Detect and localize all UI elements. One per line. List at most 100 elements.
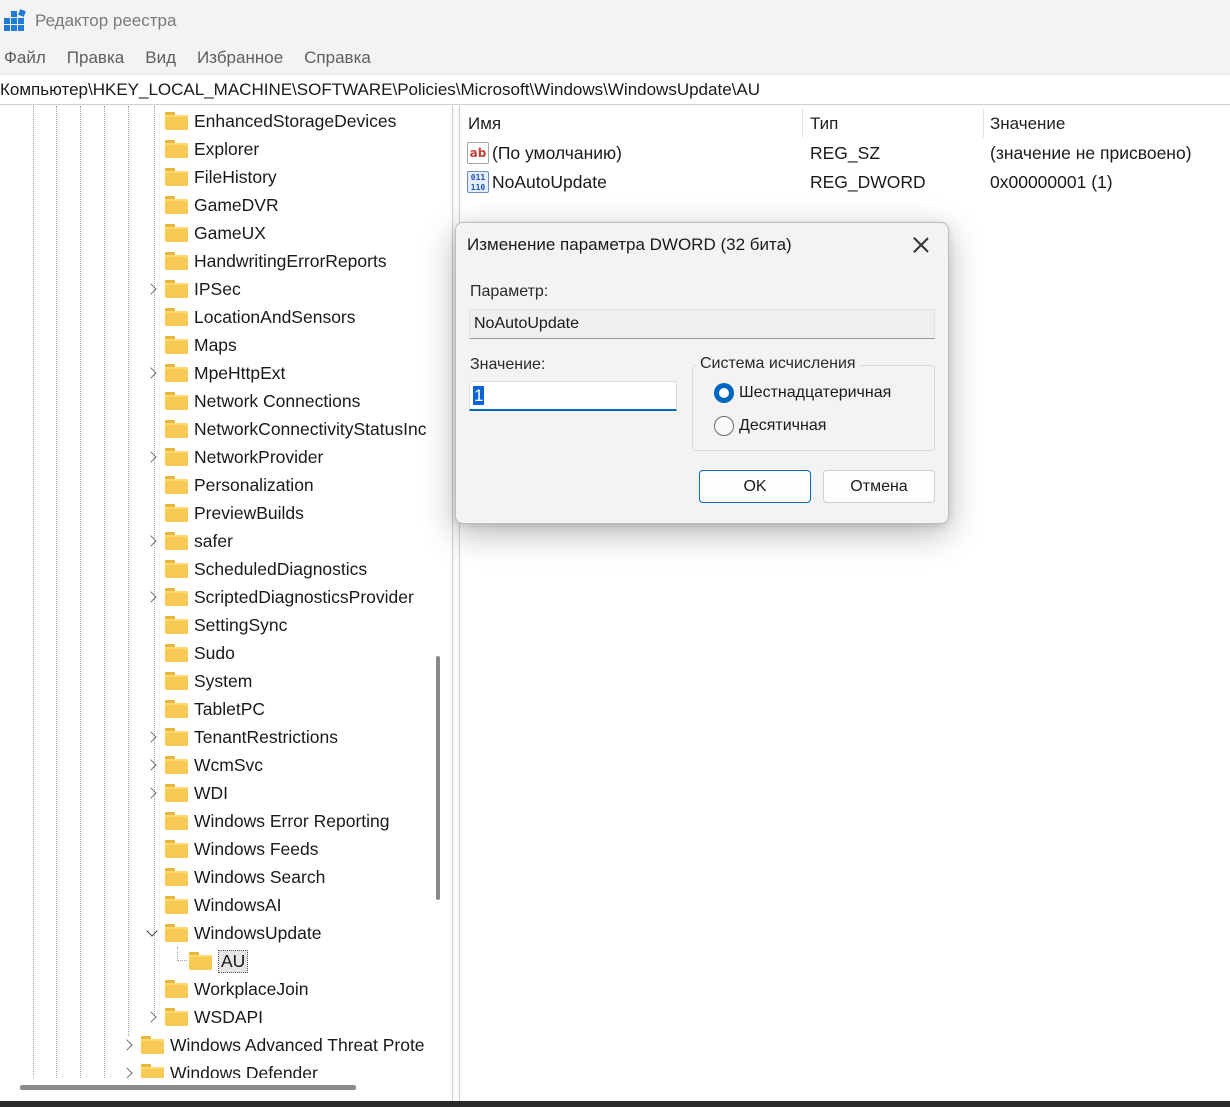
string-value-icon: ab (467, 142, 489, 164)
tree-item[interactable]: NetworkProvider (165, 443, 323, 471)
tree-item[interactable]: AU (177, 947, 249, 975)
chevron-right-icon[interactable] (145, 1010, 159, 1024)
radio-dec-label: Десятичная (739, 417, 827, 434)
tree-item[interactable]: TenantRestrictions (165, 723, 338, 751)
chevron-right-icon[interactable] (145, 534, 159, 548)
tree-item[interactable]: FileHistory (165, 163, 277, 191)
radio-hexadecimal[interactable]: Шестнадцатеричная (714, 383, 891, 403)
tree-item[interactable]: MpeHttpExt (165, 359, 285, 387)
tree-item[interactable]: WindowsUpdate (165, 919, 321, 947)
tree-item[interactable]: HandwritingErrorReports (165, 247, 387, 275)
menu-file[interactable]: Файл (4, 48, 46, 68)
tree-item[interactable]: WDI (165, 779, 228, 807)
tree-item-label: ScriptedDiagnosticsProvider (194, 586, 414, 607)
tree-item-label: TenantRestrictions (194, 726, 338, 747)
chevron-right-icon[interactable] (145, 786, 159, 800)
tree-item-label: TabletPC (194, 698, 266, 719)
chevron-right-icon[interactable] (145, 450, 159, 464)
menu-help[interactable]: Справка (304, 48, 371, 68)
tree-item[interactable]: IPSec (165, 275, 241, 303)
column-divider[interactable] (802, 108, 803, 138)
tree-item[interactable]: Explorer (165, 135, 259, 163)
tree-item[interactable]: Windows Error Reporting (165, 807, 389, 835)
menu-favorites[interactable]: Избранное (197, 48, 283, 68)
folder-icon (165, 196, 188, 214)
tree-item-label: EnhancedStorageDevices (194, 110, 397, 131)
tree-item[interactable]: EnhancedStorageDevices (165, 107, 396, 135)
base-groupbox (692, 365, 935, 451)
folder-icon (165, 336, 188, 354)
tree-item[interactable]: ScriptedDiagnosticsProvider (165, 583, 414, 611)
tree-item[interactable]: Windows Advanced Threat Prote (141, 1031, 425, 1059)
chevron-right-icon[interactable] (121, 1038, 135, 1052)
tree-item-label: Windows Feeds (194, 838, 319, 859)
tree-vertical-scrollbar[interactable] (436, 656, 440, 900)
tree-item[interactable]: Network Connections (165, 387, 360, 415)
chevron-right-icon[interactable] (121, 1066, 135, 1078)
menu-bar: Файл Правка Вид Избранное Справка (0, 42, 1230, 74)
tree-item[interactable]: Windows Search (165, 863, 325, 891)
chevron-right-icon[interactable] (145, 282, 159, 296)
tree-item[interactable]: GameUX (165, 219, 266, 247)
folder-icon (189, 952, 212, 970)
ok-button[interactable]: OK (699, 470, 811, 503)
tree-item[interactable]: LocationAndSensors (165, 303, 356, 331)
tree-item-label: WSDAPI (194, 1006, 264, 1027)
column-divider[interactable] (983, 108, 984, 138)
tree-item-label: WindowsUpdate (194, 922, 322, 943)
menu-edit[interactable]: Правка (67, 48, 124, 68)
registry-editor-icon (4, 9, 26, 32)
tree-item[interactable]: WSDAPI (165, 1003, 263, 1031)
tree-item-label: AU (218, 949, 249, 973)
tree-item[interactable]: WorkplaceJoin (165, 975, 308, 1003)
folder-icon (165, 308, 188, 326)
chevron-right-icon[interactable] (145, 730, 159, 744)
column-header-name[interactable]: Имя (468, 114, 501, 134)
chevron-right-icon[interactable] (145, 590, 159, 604)
tree-item[interactable]: GameDVR (165, 191, 279, 219)
chevron-down-icon[interactable] (145, 927, 159, 941)
tree-item[interactable]: NetworkConnectivityStatusInc (165, 415, 426, 443)
folder-icon (165, 588, 188, 606)
value-input[interactable]: 1 (469, 381, 677, 411)
cancel-button[interactable]: Отмена (823, 470, 935, 503)
tree-item-label: FileHistory (194, 166, 277, 187)
chevron-right-icon[interactable] (145, 758, 159, 772)
folder-icon (165, 756, 188, 774)
list-item[interactable]: 011 110 NoAutoUpdate REG_DWORD 0x00000001… (461, 169, 1230, 197)
registry-key-tree[interactable]: EnhancedStorageDevices Explorer FileHistor… (0, 106, 428, 1078)
tree-item[interactable]: WcmSvc (165, 751, 263, 779)
tree-item[interactable]: TabletPC (165, 695, 265, 723)
address-bar[interactable]: Компьютер\HKEY_LOCAL_MACHINE\SOFTWARE\Po… (0, 74, 1230, 105)
title-bar: Редактор реестра (0, 0, 1230, 42)
radio-selected-icon (714, 383, 734, 403)
tree-item[interactable]: Maps (165, 331, 237, 359)
tree-item[interactable]: WindowsAI (165, 891, 282, 919)
tree-item[interactable]: safer (165, 527, 233, 555)
tree-guide-line (154, 106, 155, 1016)
menu-view[interactable]: Вид (145, 48, 176, 68)
folder-icon (165, 140, 188, 158)
value-input-text: 1 (473, 386, 485, 405)
tree-item[interactable]: SettingSync (165, 611, 287, 639)
column-header-type[interactable]: Тип (810, 114, 838, 134)
dialog-title: Изменение параметра DWORD (32 бита) (467, 235, 792, 254)
chevron-right-icon[interactable] (145, 366, 159, 380)
tree-item[interactable]: ScheduledDiagnostics (165, 555, 367, 583)
folder-icon (165, 840, 188, 858)
tree-item[interactable]: System (165, 667, 252, 695)
tree-horizontal-scrollbar[interactable] (20, 1085, 356, 1090)
close-icon[interactable] (910, 234, 932, 256)
list-item[interactable]: ab (По умолчанию) REG_SZ (значение не пр… (461, 140, 1230, 168)
column-header-value[interactable]: Значение (990, 114, 1065, 134)
folder-icon (165, 420, 188, 438)
tree-item-label: Explorer (194, 138, 260, 159)
tree-item-label: ScheduledDiagnostics (194, 558, 368, 579)
tree-item[interactable]: Sudo (165, 639, 235, 667)
radio-decimal[interactable]: Десятичная (714, 416, 826, 436)
tree-item[interactable]: Windows Defender (141, 1059, 318, 1078)
tree-item[interactable]: Personalization (165, 471, 314, 499)
param-name-field: NoAutoUpdate (469, 309, 935, 339)
tree-item[interactable]: Windows Feeds (165, 835, 319, 863)
tree-item[interactable]: PreviewBuilds (165, 499, 304, 527)
